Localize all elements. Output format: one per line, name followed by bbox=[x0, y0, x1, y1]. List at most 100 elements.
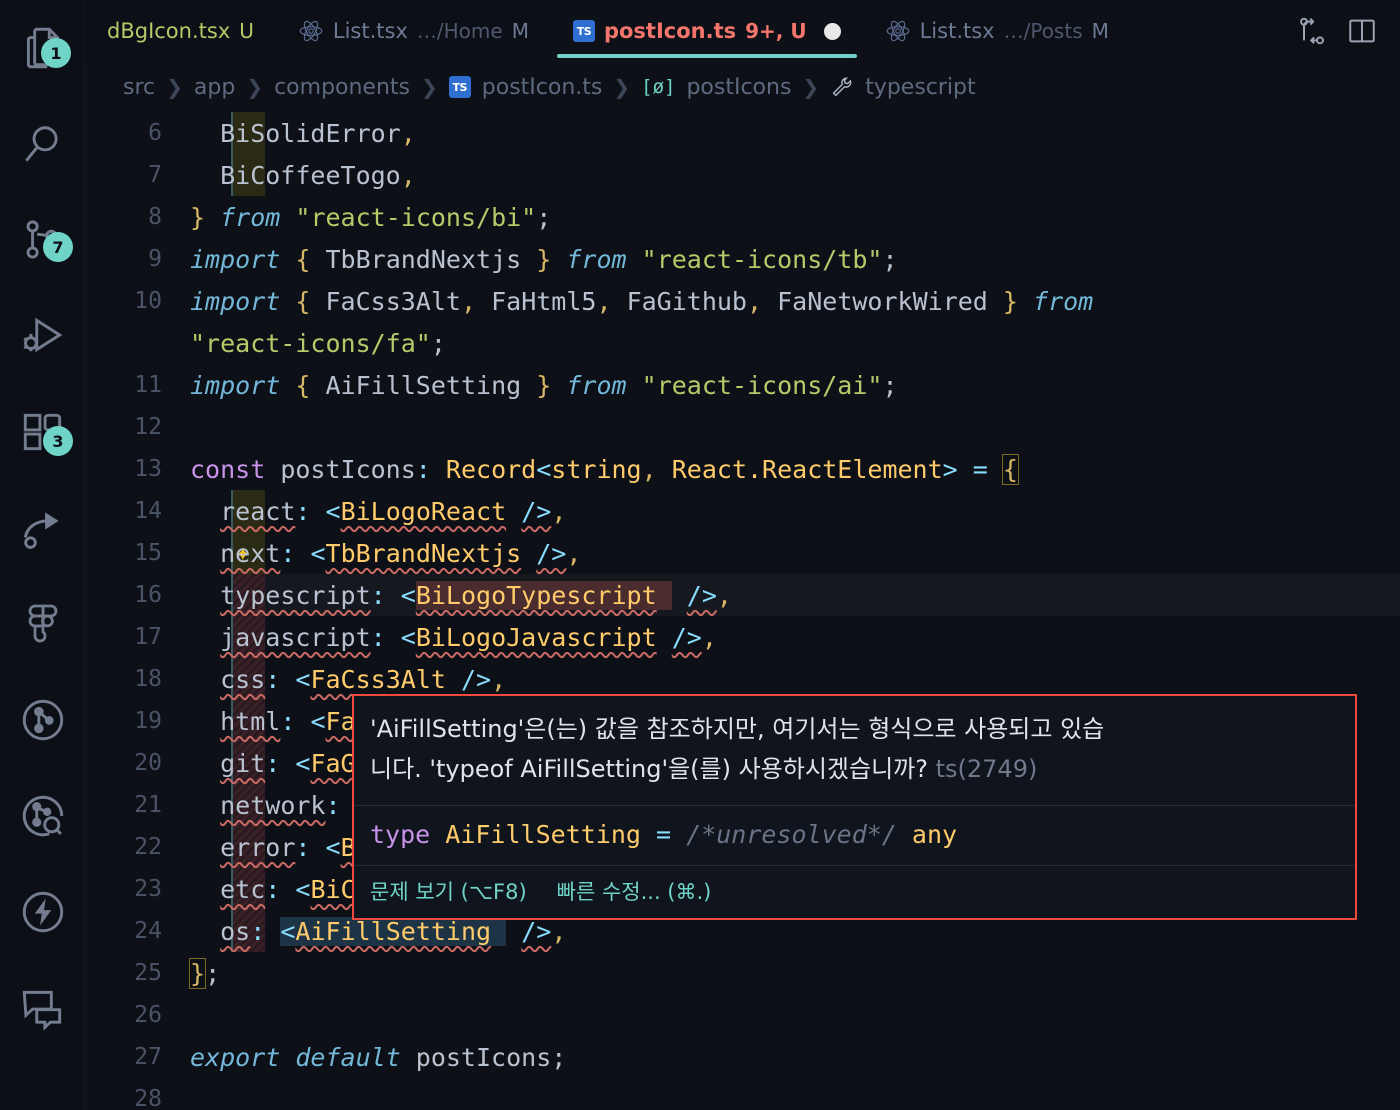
line-number: 23 bbox=[134, 876, 162, 902]
line-content: BiCoffeeTogo, bbox=[190, 160, 416, 190]
equals-sign: = bbox=[656, 820, 672, 849]
code-line: 9 import { TbBrandNextjs } from "react-i… bbox=[85, 238, 1400, 280]
line-content: import { AiFillSetting } from "react-ico… bbox=[190, 370, 898, 400]
tab-label: List.tsx bbox=[332, 19, 408, 43]
line-number: 8 bbox=[148, 204, 162, 230]
line-content: } from "react-icons/bi"; bbox=[190, 202, 552, 232]
line-number: 28 bbox=[134, 1086, 162, 1110]
sidebar-item-search[interactable] bbox=[0, 96, 85, 192]
view-problem-link[interactable]: 문제 보기 (⌥F8) bbox=[370, 876, 527, 906]
error-message-line-1: 'AiFillSetting'은(는) 값을 참조하지만, 여기서는 형식으로 … bbox=[370, 715, 1105, 743]
tab-dirty-indicator[interactable] bbox=[823, 22, 841, 40]
line-number: 25 bbox=[134, 960, 162, 986]
chevron-right-icon: ❯ bbox=[246, 75, 264, 99]
line-content: import { TbBrandNextjs } from "react-ico… bbox=[190, 244, 898, 274]
code-line: 10 import { FaCss3Alt, FaHtml5, FaGithub… bbox=[85, 280, 1400, 322]
tab-list-posts[interactable]: List.tsx …/Posts M bbox=[862, 0, 1131, 62]
react-icon bbox=[299, 20, 323, 42]
error-message: 'AiFillSetting'은(는) 값을 참조하지만, 여기서는 형식으로 … bbox=[354, 696, 1355, 805]
line-content: next: <TbBrandNextjs />, bbox=[220, 538, 582, 568]
sidebar-item-comments[interactable] bbox=[0, 960, 85, 1056]
tab-path: …/Home bbox=[416, 19, 503, 43]
line-number: 10 bbox=[134, 288, 162, 314]
code-line: 13 const postIcons: Record<string, React… bbox=[85, 448, 1400, 490]
wrench-icon bbox=[832, 77, 852, 97]
sidebar-item-thunder-client[interactable] bbox=[0, 864, 85, 960]
tab-list-home[interactable]: List.tsx …/Home M bbox=[275, 0, 551, 62]
type-signature: type AiFillSetting = /*unresolved*/ any bbox=[354, 806, 1355, 865]
code-line: 6 BiSolidError, bbox=[85, 112, 1400, 154]
line-number: 9 bbox=[148, 246, 162, 272]
quick-fix-link[interactable]: 빠른 수정... (⌘.) bbox=[557, 876, 712, 906]
line-number: 7 bbox=[148, 162, 162, 188]
breadcrumb-item-typescript[interactable]: typescript bbox=[865, 75, 975, 100]
any-keyword: any bbox=[911, 820, 958, 849]
line-number: 6 bbox=[148, 120, 162, 146]
sidebar-item-extensions[interactable]: 3 bbox=[0, 384, 85, 480]
line-number: 18 bbox=[134, 666, 162, 692]
tab-label: postIcon.ts bbox=[603, 19, 737, 43]
chevron-right-icon: ❯ bbox=[166, 75, 183, 99]
line-number: 15 bbox=[134, 540, 162, 566]
figma-icon bbox=[28, 604, 57, 643]
code-line: 15 next: <TbBrandNextjs />, bbox=[85, 532, 1400, 574]
ts-icon: TS bbox=[572, 20, 595, 42]
sidebar-item-figma[interactable] bbox=[0, 576, 85, 672]
tab-dbgicon[interactable]: dBgIcon.tsx U bbox=[85, 0, 276, 62]
line-content: import { FaCss3Alt, FaHtml5, FaGithub, F… bbox=[190, 286, 1094, 316]
tab-error-count: 9+, U bbox=[745, 19, 807, 43]
chevron-right-icon: ❯ bbox=[802, 75, 820, 99]
sidebar-item-explorer[interactable]: 1 bbox=[0, 0, 85, 96]
breadcrumb-item-posticons[interactable]: postIcons bbox=[686, 75, 791, 100]
explorer-badge: 1 bbox=[41, 38, 71, 68]
tab-posticon[interactable]: TS postIcon.ts 9+, U bbox=[550, 0, 863, 62]
sidebar-item-share[interactable] bbox=[0, 480, 85, 576]
sidebar-item-run-and-debug[interactable] bbox=[0, 288, 85, 384]
code-line: 7 BiCoffeeTogo, bbox=[85, 154, 1400, 196]
error-hover-tooltip[interactable]: 'AiFillSetting'은(는) 값을 참조하지만, 여기서는 형식으로 … bbox=[352, 694, 1357, 920]
code-editor[interactable]: ✦ 6 BiSolidError, 7 BiCoffeeTogo, 8 } fr… bbox=[85, 112, 1400, 1110]
line-number: 11 bbox=[134, 372, 162, 398]
share-icon bbox=[23, 512, 59, 549]
line-content: BiSolidError, bbox=[190, 118, 416, 148]
breadcrumb-item-src[interactable]: src bbox=[123, 75, 155, 100]
tab-git-status: M bbox=[511, 19, 529, 43]
tab-git-status: U bbox=[239, 19, 254, 43]
line-number: 12 bbox=[134, 414, 162, 440]
git-search-icon bbox=[22, 795, 63, 837]
symbol-variable-icon: [ø] bbox=[641, 76, 676, 98]
line-content: export default postIcons; bbox=[190, 1042, 567, 1072]
tab-label: dBgIcon.tsx bbox=[107, 19, 231, 43]
line-number: 13 bbox=[134, 456, 162, 482]
tab-bar: dBgIcon.tsx U List.tsx …/Home M TS postI… bbox=[85, 0, 1400, 62]
ts-icon: TS bbox=[448, 76, 471, 98]
code-line: 28 bbox=[85, 1078, 1400, 1110]
code-line: 16 typescript: <BiLogoTypescript />, bbox=[85, 574, 1400, 616]
compare-changes-icon[interactable] bbox=[1296, 15, 1328, 47]
line-number: 24 bbox=[134, 918, 162, 944]
type-name: AiFillSetting bbox=[445, 820, 641, 849]
sidebar-item-git-graph[interactable] bbox=[0, 672, 85, 768]
breadcrumb-item-posticon[interactable]: postIcon.ts bbox=[482, 75, 603, 100]
breadcrumb-item-components[interactable]: components bbox=[274, 75, 410, 100]
code-line: 17 javascript: <BiLogoJavascript />, bbox=[85, 616, 1400, 658]
code-line: 26 bbox=[85, 994, 1400, 1036]
code-line: 12 bbox=[85, 406, 1400, 448]
sidebar-item-source-control[interactable]: 7 bbox=[0, 192, 85, 288]
breadcrumb: src ❯ app ❯ components ❯ TS postIcon.ts … bbox=[85, 62, 1400, 112]
comments-icon bbox=[22, 990, 61, 1031]
lightning-icon bbox=[22, 891, 63, 933]
sidebar-item-git-search[interactable] bbox=[0, 768, 85, 864]
tab-path: …/Posts bbox=[1003, 19, 1083, 43]
breadcrumb-item-app[interactable]: app bbox=[194, 75, 235, 100]
code-line: 27 export default postIcons; bbox=[85, 1036, 1400, 1078]
chevron-right-icon: ❯ bbox=[613, 75, 631, 99]
line-number: 17 bbox=[134, 624, 162, 650]
chevron-right-icon: ❯ bbox=[421, 75, 438, 99]
git-graph-icon bbox=[22, 699, 63, 741]
error-code: ts(2749) bbox=[935, 755, 1038, 783]
code-line: 8 } from "react-icons/bi"; bbox=[85, 196, 1400, 238]
line-content: javascript: <BiLogoJavascript />, bbox=[220, 622, 717, 652]
split-editor-icon[interactable] bbox=[1346, 15, 1378, 47]
type-keyword: type bbox=[370, 820, 431, 849]
